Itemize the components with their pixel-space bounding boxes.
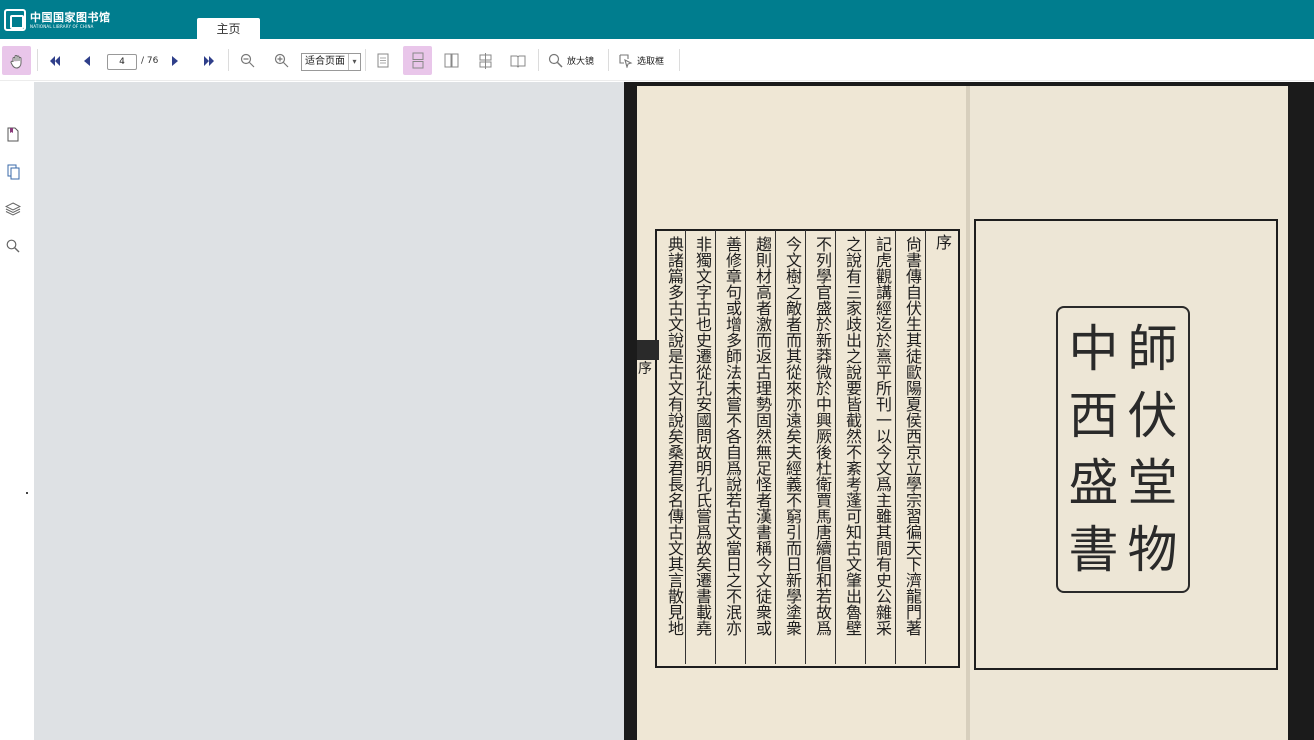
- zoom-out-icon: [240, 53, 254, 68]
- seal-char: 物: [1127, 520, 1178, 579]
- select-box-label: 选取框: [637, 57, 665, 67]
- page-total: / 76: [141, 56, 159, 66]
- column-rule: [805, 230, 806, 664]
- continuous-page-icon: [412, 52, 423, 69]
- magnifier-button[interactable]: 放大镜: [548, 46, 602, 75]
- column-rule: [895, 230, 896, 664]
- thumbnails-icon: [7, 164, 19, 180]
- toolbar-divider: [365, 49, 366, 71]
- column-rule: [865, 230, 866, 664]
- seal-char: 書: [1068, 520, 1119, 579]
- zoom-in-icon: [274, 53, 288, 68]
- layers-icon: [5, 202, 21, 216]
- column-rule: [835, 230, 836, 664]
- bookmark-icon: [7, 127, 19, 141]
- first-page-button[interactable]: [45, 46, 65, 75]
- zoom-out-button[interactable]: [238, 46, 256, 75]
- column-rule: [745, 230, 746, 664]
- toolbar-divider: [679, 49, 680, 71]
- text-column: 之說有三家歧出之說要皆截然不紊考蓬可知古文肇出魯壁: [843, 236, 862, 636]
- next-page-button[interactable]: [167, 46, 183, 75]
- last-page-button[interactable]: [199, 46, 219, 75]
- library-logo[interactable]: 中国国家图书馆 NATIONAL LIBRARY OF CHINA: [4, 6, 111, 34]
- thumbnails-button[interactable]: [5, 164, 21, 180]
- text-column: 今文樹之敵者而其從來亦遠矣夫經義不窮引而日新學塗衆: [783, 236, 802, 636]
- left-sidebar: [0, 82, 28, 740]
- hand-tool-button[interactable]: [2, 46, 31, 75]
- magnifier-icon: [548, 53, 563, 68]
- bookmark-button[interactable]: [5, 126, 21, 142]
- hand-tool-icon: [10, 54, 21, 69]
- magnifier-label: 放大镜: [567, 57, 595, 67]
- last-page-icon: [204, 55, 214, 66]
- toolbar-divider: [228, 49, 229, 71]
- fish-tail-mark: [637, 340, 659, 360]
- select-box-icon: [619, 54, 633, 68]
- preface-title: 序: [933, 234, 952, 250]
- seal-char: 西: [1068, 387, 1119, 446]
- first-page-icon: [50, 55, 60, 66]
- single-page-icon: [377, 53, 389, 68]
- page-number-input[interactable]: 4: [107, 54, 137, 70]
- seal-char: 中: [1068, 320, 1119, 379]
- two-page-icon: [444, 53, 458, 68]
- two-page-continuous-icon: [479, 52, 491, 69]
- book-view-icon: [510, 55, 526, 68]
- text-column: 善修章句或增多師法未嘗不各自爲說若古文當日之不泯亦: [723, 236, 742, 636]
- column-rule: [685, 230, 686, 664]
- viewer-toolbar: 4 / 76 适合页面 ▾ 放大镜 选取框: [0, 39, 1314, 81]
- text-column: 趨則材高者激而返古理勢固然無足怪者漢書稱今文徒衆或: [753, 236, 772, 636]
- zoom-in-button[interactable]: [272, 46, 290, 75]
- text-column: 典諸篇多古文說是古文有說矣桑君長名傳古文其言散見地: [665, 236, 684, 636]
- page-gutter: [966, 86, 970, 740]
- logo-en-text: NATIONAL LIBRARY OF CHINA: [30, 23, 94, 29]
- text-column: 尙書傳自伏生其徒歐陽夏侯西京立學宗習徧天下濟龍門著: [903, 236, 922, 636]
- seal-char: 師: [1127, 320, 1178, 379]
- layers-button[interactable]: [5, 201, 21, 217]
- prev-page-icon: [84, 55, 90, 66]
- zoom-mode-select[interactable]: 适合页面 ▾: [301, 53, 361, 71]
- logo-cn-text: 中国国家图书馆: [30, 10, 111, 24]
- column-rule: [715, 230, 716, 664]
- toolbar-divider: [538, 49, 539, 71]
- text-column: 非獨文字古也史遷從孔安國問故明孔氏嘗爲故矣遷書載堯: [693, 236, 712, 636]
- margin-char: 序: [638, 361, 652, 377]
- top-header: 中国国家图书馆 NATIONAL LIBRARY OF CHINA 主页: [0, 0, 1314, 39]
- chevron-down-icon: ▾: [348, 54, 360, 70]
- sidebar-resize-handle[interactable]: [26, 492, 28, 494]
- tab-home[interactable]: 主页: [197, 18, 260, 39]
- next-page-icon: [172, 55, 178, 66]
- zoom-mode-value: 适合页面: [305, 56, 345, 67]
- prev-page-button[interactable]: [79, 46, 95, 75]
- two-page-continuous-button[interactable]: [475, 46, 495, 75]
- text-column: 記虎觀講經迄於熹平所刊一以今文爲主雖其間有史公雜采: [873, 236, 892, 636]
- continuous-page-button[interactable]: [403, 46, 432, 75]
- collector-seal: 中 師 西 伏 盛 堂 書 物: [1056, 306, 1190, 593]
- single-page-button[interactable]: [374, 46, 392, 75]
- book-view-button[interactable]: [508, 46, 528, 75]
- select-box-button[interactable]: 选取框: [618, 46, 674, 75]
- column-rule: [775, 230, 776, 664]
- two-page-button[interactable]: [441, 46, 461, 75]
- search-button[interactable]: [5, 238, 21, 254]
- library-logo-icon: [4, 9, 26, 31]
- toolbar-divider: [37, 49, 38, 71]
- search-icon: [6, 239, 20, 253]
- seal-char: 堂: [1127, 453, 1178, 512]
- column-rule: [925, 230, 926, 664]
- seal-char: 盛: [1068, 453, 1119, 512]
- toolbar-divider: [608, 49, 609, 71]
- text-column: 不列學官盛於新莽微於中興厥後杜衛賈馬唐續倡和若故爲: [813, 236, 832, 636]
- seal-char: 伏: [1127, 387, 1178, 446]
